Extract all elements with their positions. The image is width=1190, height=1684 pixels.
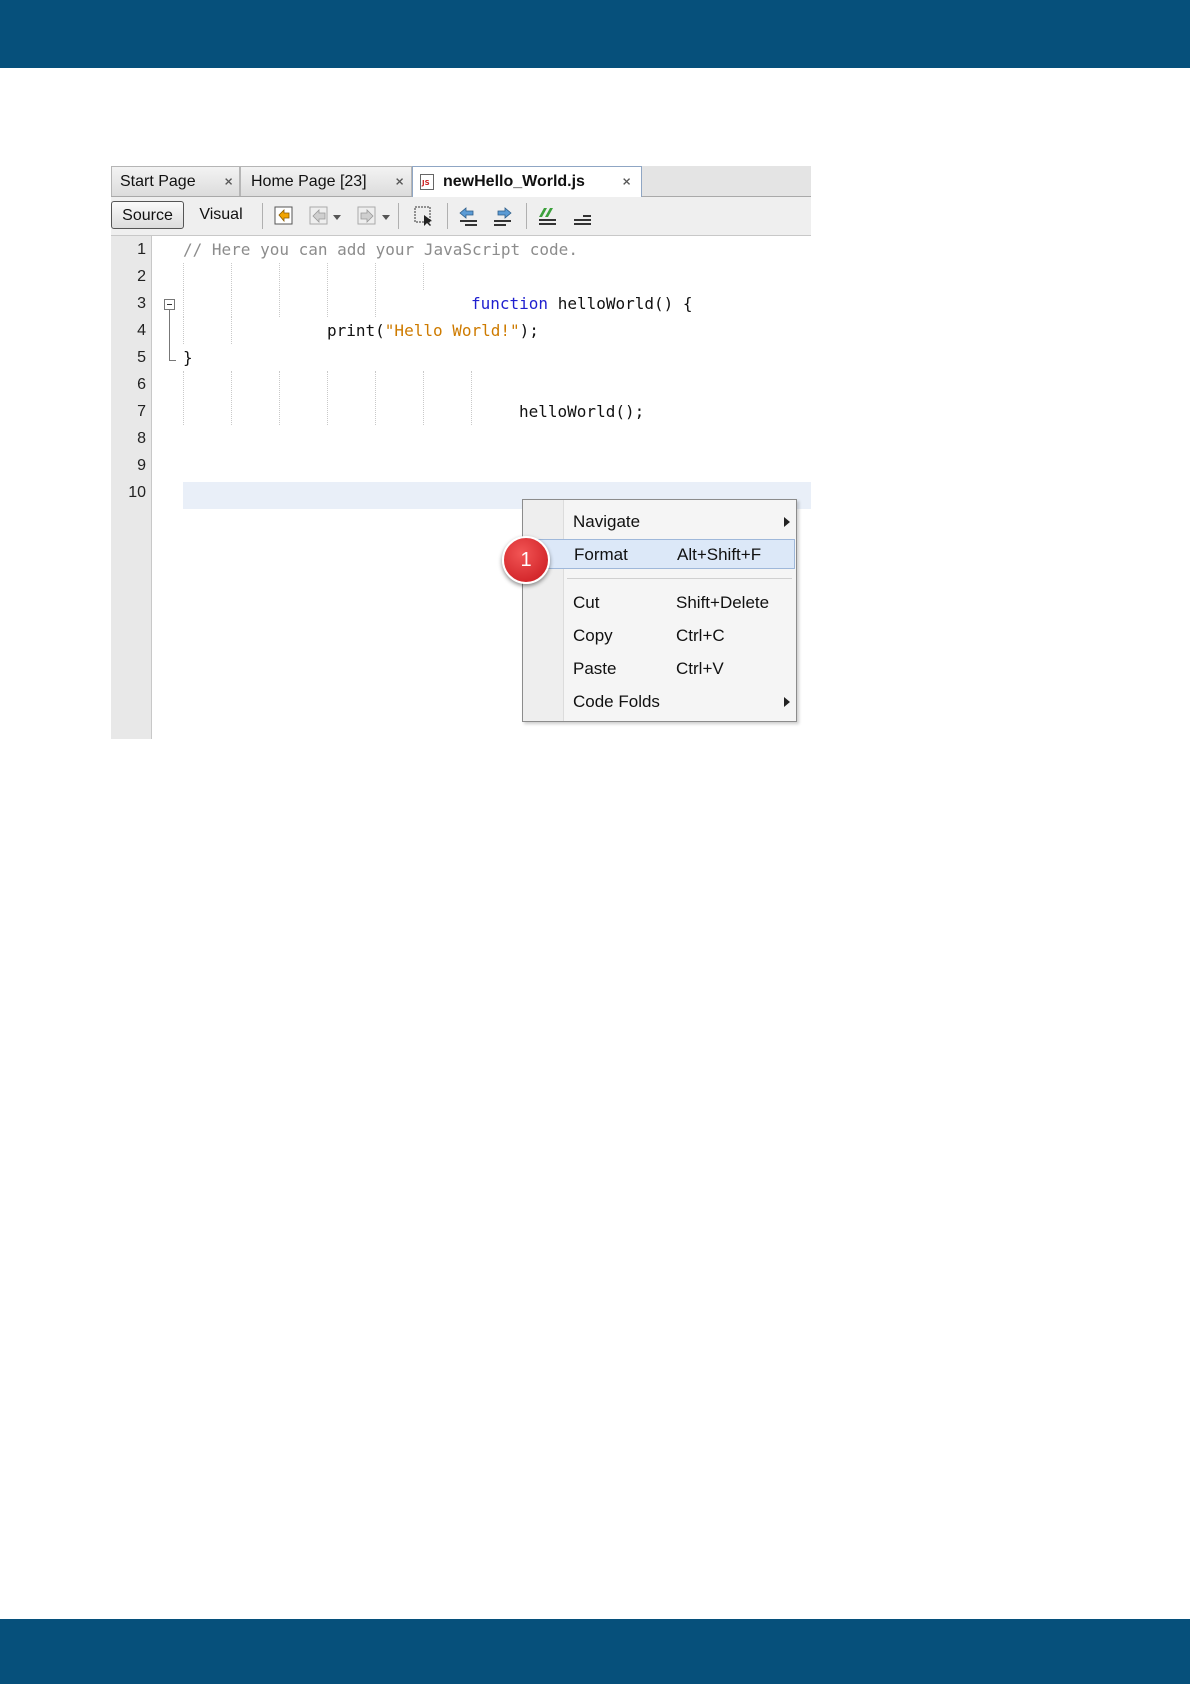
indent-guide <box>231 371 232 425</box>
line-number-gutter: 1 2 3 4 5 6 7 8 9 10 <box>111 236 152 739</box>
code-line-1: // Here you can add your JavaScript code… <box>183 240 578 259</box>
code-line-3: function helloWorld() { <box>471 294 693 313</box>
close-icon[interactable]: ⨯ <box>622 175 631 188</box>
source-button[interactable]: Source <box>111 201 184 229</box>
tab-label: Start Page <box>120 173 196 190</box>
last-edit-icon[interactable] <box>273 205 295 227</box>
toggle-comment-icon[interactable] <box>536 205 558 227</box>
menu-item-shortcut: Ctrl+C <box>676 626 725 645</box>
indent-guide <box>375 290 376 317</box>
line-number: 1 <box>137 241 146 258</box>
shift-left-icon[interactable] <box>457 205 479 227</box>
menu-item-cut[interactable]: Cut Shift+Delete <box>523 588 796 618</box>
line-number: 9 <box>137 457 146 474</box>
menu-item-paste[interactable]: Paste Ctrl+V <box>523 654 796 684</box>
menu-item-copy[interactable]: Copy Ctrl+C <box>523 621 796 651</box>
fold-collapse-icon[interactable] <box>164 299 175 310</box>
line-number: 4 <box>137 322 146 339</box>
chevron-down-icon[interactable] <box>331 205 343 227</box>
menu-item-navigate[interactable]: Navigate <box>523 507 796 537</box>
line-number: 8 <box>137 430 146 447</box>
print-close: ); <box>519 321 539 340</box>
line-number: 7 <box>137 403 146 420</box>
forward-icon[interactable] <box>356 205 378 227</box>
chevron-down-icon[interactable] <box>380 205 392 227</box>
menu-item-label: Format <box>574 545 628 564</box>
toolbar-separator <box>398 203 399 229</box>
code-line-7: helloWorld(); <box>519 402 645 421</box>
toolbar-separator <box>526 203 527 229</box>
menu-item-shortcut: Alt+Shift+F <box>677 545 762 564</box>
indent-guide <box>183 371 184 425</box>
code-line-4: print("Hello World!"); <box>327 321 539 340</box>
tab-home-page[interactable]: Home Page [23] ⨯ <box>240 166 412 196</box>
menu-item-label: Cut <box>573 593 600 612</box>
step-callout-badge: 1 <box>502 536 550 584</box>
context-menu: Navigate Format Alt+Shift+F Cut Shift+De… <box>522 499 797 722</box>
fold-line-end <box>169 360 176 361</box>
line-number: 5 <box>137 349 146 366</box>
menu-item-format[interactable]: Format Alt+Shift+F <box>524 539 795 569</box>
code-line-5: } <box>183 348 193 367</box>
toolbar-separator <box>447 203 448 229</box>
indent-guide <box>183 290 184 317</box>
indent-guide <box>231 290 232 317</box>
function-signature: helloWorld() { <box>548 294 693 313</box>
find-selection-icon[interactable] <box>413 205 435 227</box>
close-icon[interactable]: ⨯ <box>395 175 404 188</box>
js-file-icon: JS <box>420 174 434 190</box>
back-icon[interactable] <box>308 205 330 227</box>
indent-guide <box>327 290 328 317</box>
tab-label: newHello_World.js <box>443 173 585 190</box>
line-number: 2 <box>137 268 146 285</box>
string-literal: "Hello World!" <box>384 321 520 340</box>
header-band <box>0 0 1190 68</box>
indent-guide <box>423 371 424 425</box>
indent-guide <box>183 317 184 344</box>
indent-guide <box>327 371 328 425</box>
indent-guide <box>423 263 424 290</box>
menu-item-label: Code Folds <box>573 692 660 711</box>
submenu-arrow-icon <box>784 697 790 707</box>
editor-tab-bar: Start Page ⨯ Home Page [23] ⨯ JS newHell… <box>111 166 811 197</box>
indent-guide <box>231 263 232 290</box>
keyword-function: function <box>471 294 549 313</box>
tab-label: Home Page [23] <box>251 173 367 190</box>
indent-guide <box>183 263 184 290</box>
print-call: print( <box>327 321 385 340</box>
indent-guide <box>471 371 472 425</box>
indent-guide <box>279 371 280 425</box>
menu-item-shortcut: Ctrl+V <box>676 659 724 678</box>
close-icon[interactable]: ⨯ <box>224 175 233 188</box>
indent-guide <box>375 371 376 425</box>
toolbar-separator <box>262 203 263 229</box>
footer-band <box>0 1619 1190 1684</box>
menu-item-code-folds[interactable]: Code Folds <box>523 687 796 717</box>
editor-toolbar: Source Visual <box>111 197 811 236</box>
menu-item-label: Paste <box>573 659 617 678</box>
menu-item-shortcut: Shift+Delete <box>676 593 770 612</box>
fold-line <box>169 310 170 360</box>
menu-separator <box>567 578 792 579</box>
uncomment-icon[interactable] <box>571 205 593 227</box>
tab-newhello-world[interactable]: JS newHello_World.js ⨯ <box>412 166 642 197</box>
indent-guide <box>327 263 328 290</box>
tab-start-page[interactable]: Start Page ⨯ <box>111 166 240 196</box>
line-number: 3 <box>137 295 146 312</box>
shift-right-icon[interactable] <box>492 205 514 227</box>
menu-item-label: Copy <box>573 626 613 645</box>
menu-item-label: Navigate <box>573 512 641 531</box>
indent-guide <box>231 317 232 344</box>
line-number: 10 <box>128 484 146 501</box>
line-number: 6 <box>137 376 146 393</box>
indent-guide <box>375 263 376 290</box>
indent-guide <box>279 263 280 290</box>
visual-button[interactable]: Visual <box>191 201 251 229</box>
indent-guide <box>279 290 280 317</box>
submenu-arrow-icon <box>784 517 790 527</box>
